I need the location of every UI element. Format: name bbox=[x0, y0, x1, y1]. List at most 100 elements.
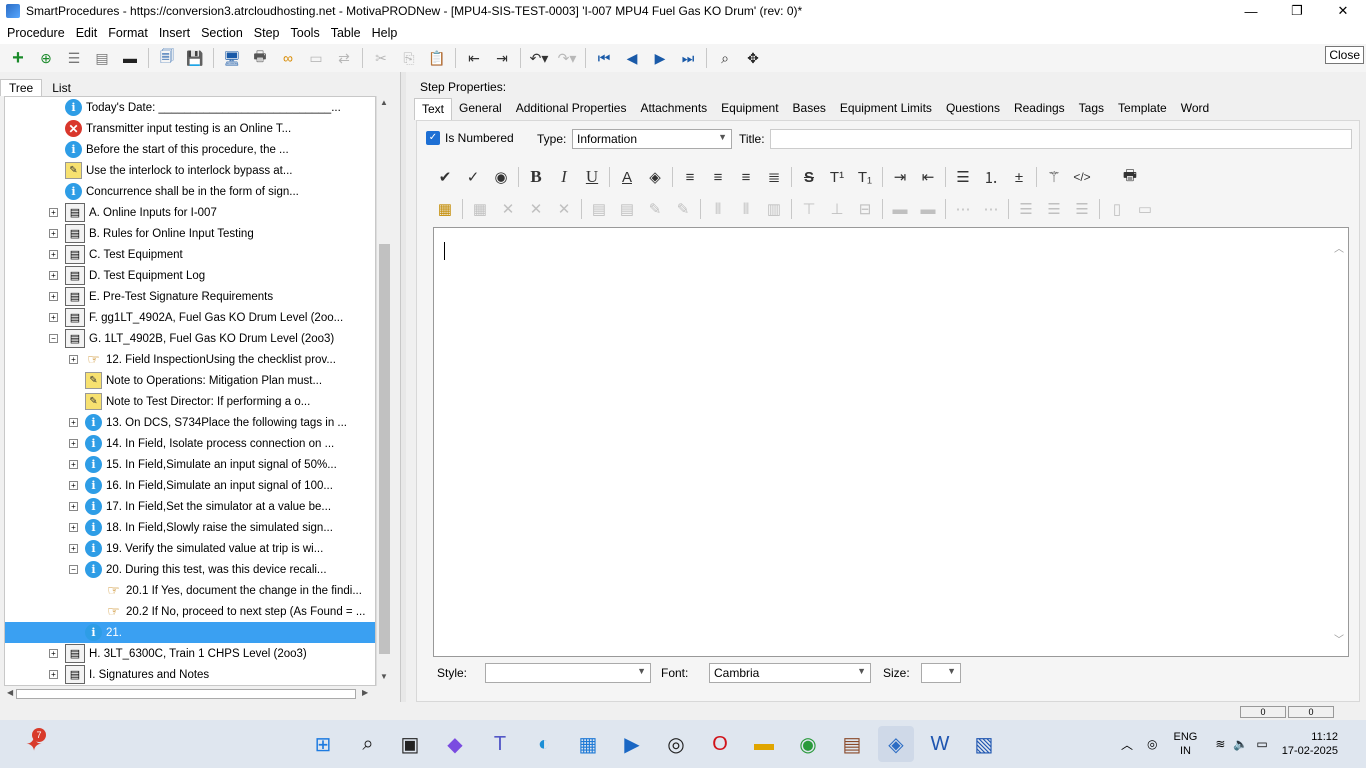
cell-brush-icon[interactable]: ✎ bbox=[669, 197, 697, 221]
font-select[interactable]: Cambria ▼ bbox=[709, 663, 871, 683]
undo-icon[interactable]: ↶▾ bbox=[525, 46, 553, 70]
expand-icon[interactable]: + bbox=[69, 439, 78, 448]
expand-icon[interactable]: + bbox=[69, 481, 78, 490]
expand-icon[interactable]: + bbox=[49, 208, 58, 217]
tree-horizontal-scrollbar[interactable]: ◀ ▶ bbox=[4, 686, 376, 701]
tree-node[interactable]: i Before the start of this procedure, the… bbox=[65, 139, 289, 160]
procedure-tree[interactable]: i Today's Date: _________________________… bbox=[4, 96, 376, 686]
tree-node[interactable]: + i 18. In Field,Slowly raise the simulate… bbox=[69, 517, 333, 538]
tab-tree[interactable]: Tree bbox=[0, 79, 43, 96]
menu-step[interactable]: Step bbox=[250, 26, 284, 40]
power-automate-icon[interactable]: ▶ bbox=[614, 726, 650, 762]
subscript-icon[interactable]: T₁ bbox=[851, 165, 879, 189]
expand-icon[interactable]: + bbox=[49, 313, 58, 322]
remote-app-icon[interactable]: ▧ bbox=[966, 726, 1002, 762]
copilot-icon[interactable]: ◆ bbox=[437, 726, 473, 762]
cols-right-icon[interactable]: ⋯ bbox=[977, 197, 1005, 221]
tree-node[interactable]: − i 20. During this test, was this device … bbox=[69, 559, 327, 580]
expand-icon[interactable]: + bbox=[69, 523, 78, 532]
add-icon[interactable]: + bbox=[4, 46, 32, 70]
battery-icon[interactable]: ▭ bbox=[1256, 737, 1267, 751]
volume-icon[interactable]: 🔈 bbox=[1233, 737, 1248, 751]
table-props-icon[interactable]: ▦ bbox=[466, 197, 494, 221]
tree-node[interactable]: ✎ Note to Test Director: If performing a … bbox=[85, 391, 310, 412]
cols-left-icon[interactable]: ⋯ bbox=[949, 197, 977, 221]
first-icon[interactable]: ⏮ bbox=[590, 46, 618, 70]
align-right-icon[interactable]: ≡ bbox=[732, 165, 760, 189]
tab-equipment[interactable]: Equipment bbox=[714, 98, 785, 120]
align-left-icon[interactable]: ≡ bbox=[676, 165, 704, 189]
indent-icon[interactable]: ⇥ bbox=[488, 46, 516, 70]
source-code-icon[interactable]: </> bbox=[1068, 165, 1096, 189]
menu-tools[interactable]: Tools bbox=[287, 26, 324, 40]
size-select[interactable]: ▼ bbox=[921, 663, 961, 683]
tab-template[interactable]: Template bbox=[1111, 98, 1174, 120]
expand-icon[interactable]: + bbox=[69, 502, 78, 511]
collapse-icon[interactable]: − bbox=[49, 334, 58, 343]
list-edit-icon[interactable]: ▤ bbox=[88, 46, 116, 70]
next-icon[interactable]: ▶ bbox=[646, 46, 674, 70]
smartprocedures-taskbar-icon[interactable]: ◈ bbox=[878, 726, 914, 762]
bold-icon[interactable]: B bbox=[522, 165, 550, 189]
print-icon[interactable]: 🖶 bbox=[246, 46, 274, 70]
shade-icon[interactable]: ◉ bbox=[487, 165, 515, 189]
chrome-icon[interactable]: ◉ bbox=[790, 726, 826, 762]
tree-node[interactable]: + ▤ A. Online Inputs for I-007 bbox=[49, 202, 217, 223]
menu-table[interactable]: Table bbox=[327, 26, 365, 40]
clock[interactable]: 11:12 17-02-2025 bbox=[1282, 730, 1338, 758]
scroll-up-icon[interactable]: ▲ bbox=[380, 98, 388, 107]
underline-icon[interactable]: U bbox=[578, 165, 606, 189]
tree-vertical-scrollbar[interactable]: ▲ ▼ bbox=[376, 96, 391, 686]
insert-above-icon[interactable]: ⊤ bbox=[795, 197, 823, 221]
tree-node[interactable]: + i 13. On DCS, S734Place the following ta… bbox=[69, 412, 347, 433]
is-numbered-checkbox[interactable]: ✓ bbox=[426, 131, 440, 145]
tree-node[interactable]: − ▤ G. 1LT_4902B, Fuel Gas KO Drum Level (… bbox=[49, 328, 334, 349]
expand-icon[interactable]: + bbox=[49, 292, 58, 301]
tree-node[interactable]: ✎ Note to Operations: Mitigation Plan mus… bbox=[85, 370, 322, 391]
bullet-list-icon[interactable]: ☰ bbox=[949, 165, 977, 189]
outdent-text-icon[interactable]: ⇤ bbox=[914, 165, 942, 189]
valign-top-icon[interactable]: ☰ bbox=[1012, 197, 1040, 221]
word-icon[interactable]: W bbox=[922, 726, 958, 762]
outdent-icon[interactable]: ⇤ bbox=[460, 46, 488, 70]
tree-node[interactable]: ✎ Use the interlock to interlock bypass a… bbox=[65, 160, 292, 181]
print-preview-icon[interactable]: 🖶 bbox=[1116, 165, 1144, 189]
insert-table-icon[interactable]: ▦ bbox=[431, 197, 459, 221]
col-width-icon[interactable]: ⫴ bbox=[704, 197, 732, 221]
opera-icon[interactable]: O bbox=[702, 726, 738, 762]
type-select[interactable]: Information ▼ bbox=[572, 129, 732, 149]
add-child-icon[interactable]: ⊕ bbox=[32, 46, 60, 70]
spellcheck-options-icon[interactable]: ✓ bbox=[459, 165, 487, 189]
split-cells-icon[interactable]: ▬ bbox=[914, 197, 942, 221]
find-icon[interactable]: ⌕ bbox=[711, 46, 739, 70]
expand-icon[interactable]: + bbox=[69, 418, 78, 427]
tree-node[interactable]: + i 19. Verify the simulated value at trip… bbox=[69, 538, 323, 559]
expand-icon[interactable]: + bbox=[69, 355, 78, 364]
valign-bottom-icon[interactable]: ☰ bbox=[1068, 197, 1096, 221]
app-icon-generic[interactable]: ▤ bbox=[834, 726, 870, 762]
tab-readings[interactable]: Readings bbox=[1007, 98, 1072, 120]
copy-icon[interactable]: ⎘ bbox=[395, 46, 423, 70]
dell-icon[interactable]: ◎ bbox=[658, 726, 694, 762]
font-color-icon[interactable]: A bbox=[613, 165, 641, 189]
insert-below-icon[interactable]: ⊥ bbox=[823, 197, 851, 221]
expand-icon[interactable]: + bbox=[49, 670, 58, 679]
store-icon[interactable]: ▦ bbox=[570, 726, 606, 762]
tree-node[interactable]: + i 16. In Field,Simulate an input signal … bbox=[69, 475, 333, 496]
scroll-left-icon[interactable]: ◀ bbox=[7, 688, 13, 697]
spell-icon[interactable]: ⇄ bbox=[330, 46, 358, 70]
tab-list[interactable]: List bbox=[44, 80, 79, 96]
redo-icon[interactable]: ↷▾ bbox=[553, 46, 581, 70]
editor-scroll-up-icon[interactable]: ︿ bbox=[1334, 240, 1344, 255]
start-icon[interactable]: ⊞ bbox=[305, 726, 341, 762]
style-select[interactable]: ▼ bbox=[485, 663, 651, 683]
collapse-icon[interactable]: − bbox=[69, 565, 78, 574]
file-explorer-icon[interactable]: ▬ bbox=[746, 726, 782, 762]
cell-edit-icon[interactable]: ▤ bbox=[613, 197, 641, 221]
italic-icon[interactable]: I bbox=[550, 165, 578, 189]
scroll-right-icon[interactable]: ▶ bbox=[362, 688, 368, 697]
search-icon[interactable]: ⌕ bbox=[350, 726, 386, 762]
tab-additional-properties[interactable]: Additional Properties bbox=[509, 98, 634, 120]
row-icon[interactable]: ▭ bbox=[1131, 197, 1159, 221]
delete-col-icon[interactable]: ✕ bbox=[522, 197, 550, 221]
